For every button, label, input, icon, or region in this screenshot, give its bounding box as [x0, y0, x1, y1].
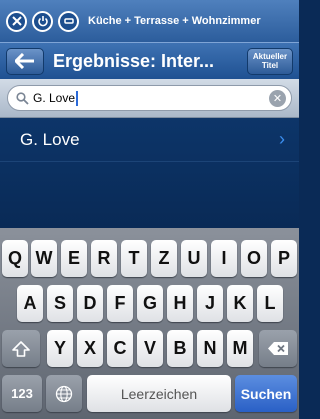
- key-y[interactable]: Y: [47, 330, 73, 367]
- search-input[interactable]: G. Love ✕: [7, 85, 292, 111]
- key-f[interactable]: F: [107, 285, 133, 322]
- chevron-right-icon: ›: [279, 129, 285, 149]
- key-d[interactable]: D: [77, 285, 103, 322]
- numbers-key[interactable]: 123: [2, 375, 42, 412]
- key-j[interactable]: J: [197, 285, 223, 322]
- key-w[interactable]: W: [31, 240, 57, 277]
- key-a[interactable]: A: [17, 285, 43, 322]
- key-z[interactable]: Z: [151, 240, 177, 277]
- now-playing-label-line1: Aktueller: [252, 52, 288, 61]
- globe-icon: [55, 385, 73, 402]
- close-icon: [11, 16, 22, 26]
- shift-key[interactable]: [2, 330, 40, 367]
- mute-button[interactable]: [58, 10, 79, 32]
- key-p[interactable]: P: [271, 240, 297, 277]
- zone-bar: Küche + Terrasse + Wohnzimmer: [0, 0, 299, 42]
- search-bar: G. Love ✕: [0, 79, 299, 118]
- key-g[interactable]: G: [137, 285, 163, 322]
- page-title: Ergebnisse: Inter...: [53, 50, 215, 71]
- search-query-text: G. Love: [33, 91, 76, 105]
- space-key[interactable]: Leerzeichen: [87, 375, 231, 412]
- key-b[interactable]: B: [167, 330, 193, 367]
- search-icon: [16, 91, 29, 105]
- globe-key[interactable]: [46, 375, 82, 412]
- key-x[interactable]: X: [77, 330, 103, 367]
- text-cursor: [76, 90, 79, 106]
- power-button[interactable]: [32, 10, 53, 32]
- key-n[interactable]: N: [197, 330, 223, 367]
- key-s[interactable]: S: [47, 285, 73, 322]
- clear-search-icon[interactable]: ✕: [269, 89, 286, 107]
- now-playing-label-line2: Titel: [261, 61, 279, 70]
- key-u[interactable]: U: [181, 240, 207, 277]
- key-o[interactable]: O: [241, 240, 267, 277]
- back-button[interactable]: [6, 47, 44, 75]
- key-k[interactable]: K: [227, 285, 253, 322]
- key-h[interactable]: H: [167, 285, 193, 322]
- shift-icon: [12, 340, 30, 357]
- key-m[interactable]: M: [227, 330, 253, 367]
- minus-icon: [63, 18, 74, 24]
- search-key[interactable]: Suchen: [235, 375, 297, 412]
- results-list: G. Love ›: [0, 118, 299, 228]
- key-i[interactable]: I: [211, 240, 237, 277]
- close-zone-button[interactable]: [6, 10, 27, 32]
- backspace-key[interactable]: [259, 330, 297, 367]
- now-playing-button[interactable]: Aktueller Titel: [247, 47, 293, 75]
- key-c[interactable]: C: [107, 330, 133, 367]
- backspace-icon: [268, 342, 288, 355]
- key-v[interactable]: V: [137, 330, 163, 367]
- key-e[interactable]: E: [61, 240, 87, 277]
- zone-label[interactable]: Küche + Terrasse + Wohnzimmer: [88, 15, 261, 27]
- result-label: G. Love: [20, 129, 80, 149]
- keyboard: Q W E R T Z U I O P A S D F G H J K L Y …: [0, 228, 299, 419]
- key-r[interactable]: R: [91, 240, 117, 277]
- key-l[interactable]: L: [257, 285, 283, 322]
- key-t[interactable]: T: [121, 240, 147, 277]
- power-icon: [37, 16, 48, 27]
- key-q[interactable]: Q: [2, 240, 28, 277]
- arrow-left-icon: [15, 53, 34, 69]
- list-item[interactable]: G. Love ›: [0, 118, 299, 162]
- navigation-bar: Ergebnisse: Inter... Aktueller Titel: [0, 42, 299, 79]
